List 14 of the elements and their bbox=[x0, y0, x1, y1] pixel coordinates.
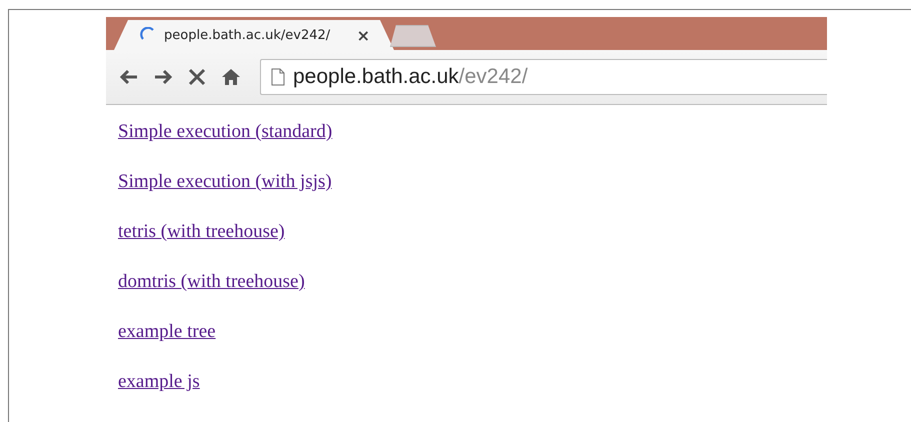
close-tab-button[interactable]: × bbox=[356, 26, 370, 44]
url-path: /ev242/ bbox=[458, 65, 528, 89]
stop-icon[interactable] bbox=[186, 66, 208, 88]
home-icon[interactable] bbox=[220, 66, 242, 88]
link[interactable]: Simple execution (standard) bbox=[118, 119, 332, 145]
link[interactable]: example js bbox=[118, 369, 200, 395]
page-icon bbox=[271, 68, 285, 86]
address-bar[interactable]: people.bath.ac.uk/ev242/ bbox=[260, 59, 827, 95]
link[interactable]: Simple execution (with jsjs) bbox=[118, 169, 332, 195]
link[interactable]: tetris (with treehouse) bbox=[118, 219, 285, 245]
link[interactable]: domtris (with treehouse) bbox=[118, 269, 305, 295]
browser-tab[interactable]: people.bath.ac.uk/ev242/ × bbox=[114, 20, 394, 50]
url-host: people.bath.ac.uk bbox=[293, 65, 459, 89]
link[interactable]: example tree bbox=[118, 319, 216, 345]
